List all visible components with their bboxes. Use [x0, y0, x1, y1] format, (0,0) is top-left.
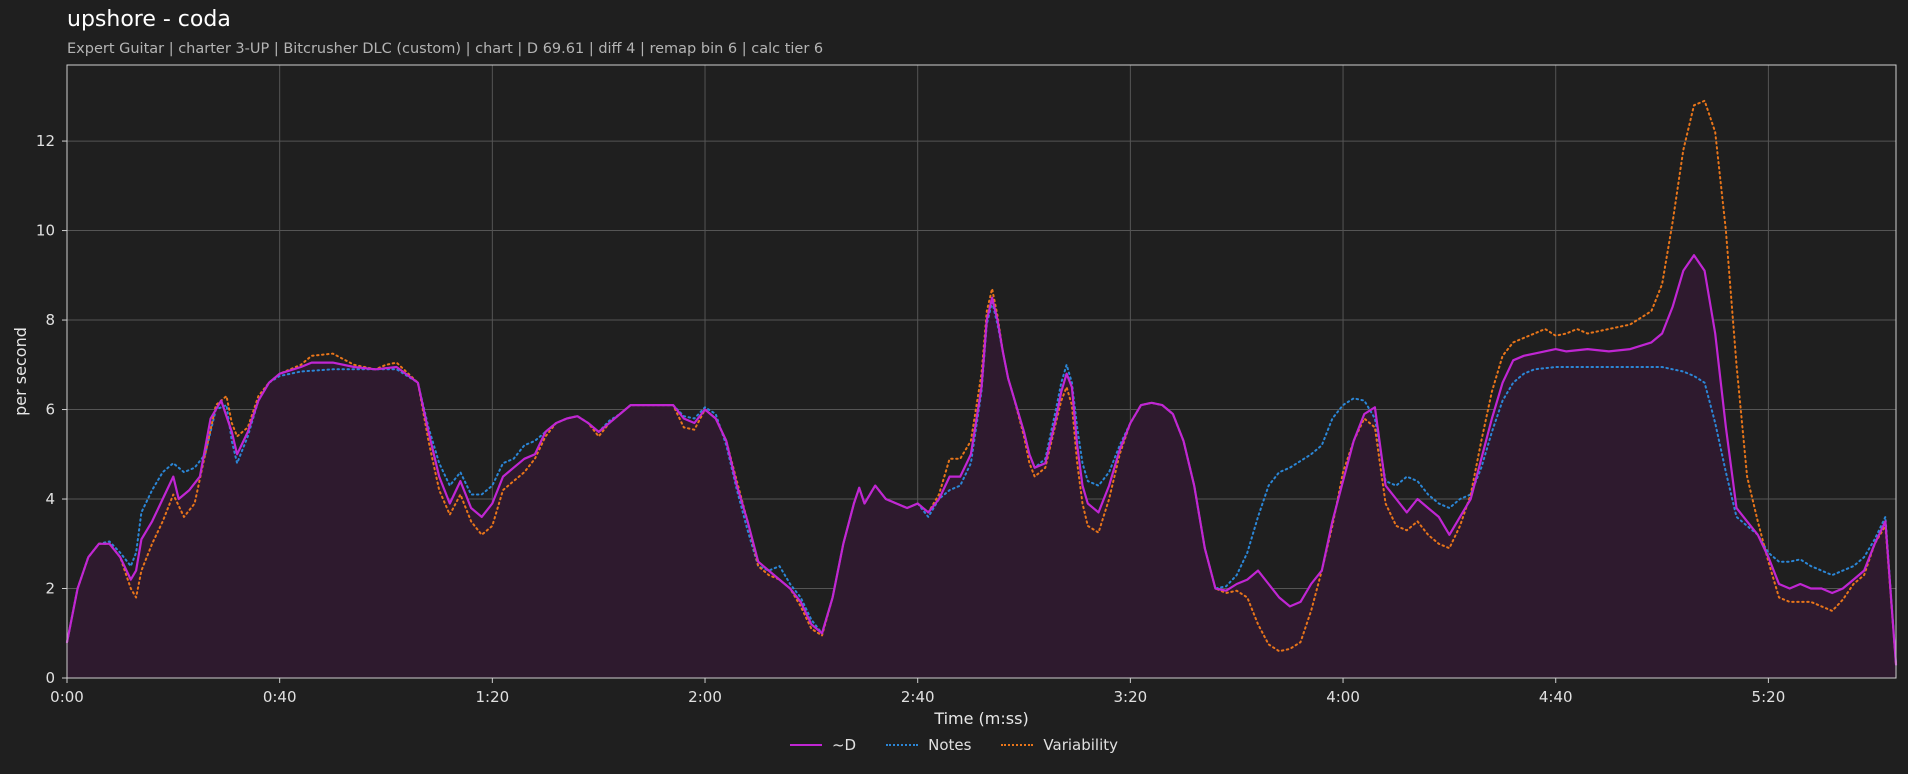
y-tick-label: 8 — [45, 311, 55, 329]
legend-item-variability: Variability — [1001, 736, 1118, 754]
x-axis-label: Time (m:ss) — [933, 709, 1028, 728]
legend-swatch-notes — [886, 744, 919, 746]
y-tick-label: 2 — [45, 580, 55, 598]
y-tick-label: 6 — [45, 401, 55, 419]
legend-swatch-variability — [1001, 744, 1034, 746]
y-tick-label: 0 — [45, 669, 55, 687]
legend-swatch-d — [789, 744, 822, 746]
x-tick-label: 1:20 — [476, 688, 510, 706]
y-axis-label: per second — [11, 327, 30, 416]
legend-label-notes: Notes — [928, 736, 972, 754]
y-tick-label: 12 — [36, 132, 55, 150]
x-tick-label: 4:40 — [1539, 688, 1573, 706]
x-tick-label: 4:00 — [1326, 688, 1360, 706]
legend-item-d: ~D — [789, 736, 857, 754]
x-tick-label: 5:20 — [1752, 688, 1786, 706]
x-tick-label: 2:40 — [901, 688, 935, 706]
x-tick-label: 3:20 — [1114, 688, 1148, 706]
legend-item-notes: Notes — [886, 736, 971, 754]
x-tick-label: 0:00 — [50, 688, 84, 706]
y-tick-label: 4 — [45, 490, 55, 508]
legend-label-d: ~D — [831, 736, 857, 754]
legend-label-variability: Variability — [1043, 736, 1119, 754]
chart-legend: ~D Notes Variability — [0, 736, 1908, 754]
x-tick-label: 2:00 — [688, 688, 722, 706]
chart-canvas: 0:00 0:40 1:20 2:00 2:40 3:20 4:00 4:40 5:20 0 2 4 6… — [11, 64, 1898, 728]
y-tick-label: 10 — [36, 222, 55, 240]
x-tick-label: 0:40 — [263, 688, 297, 706]
